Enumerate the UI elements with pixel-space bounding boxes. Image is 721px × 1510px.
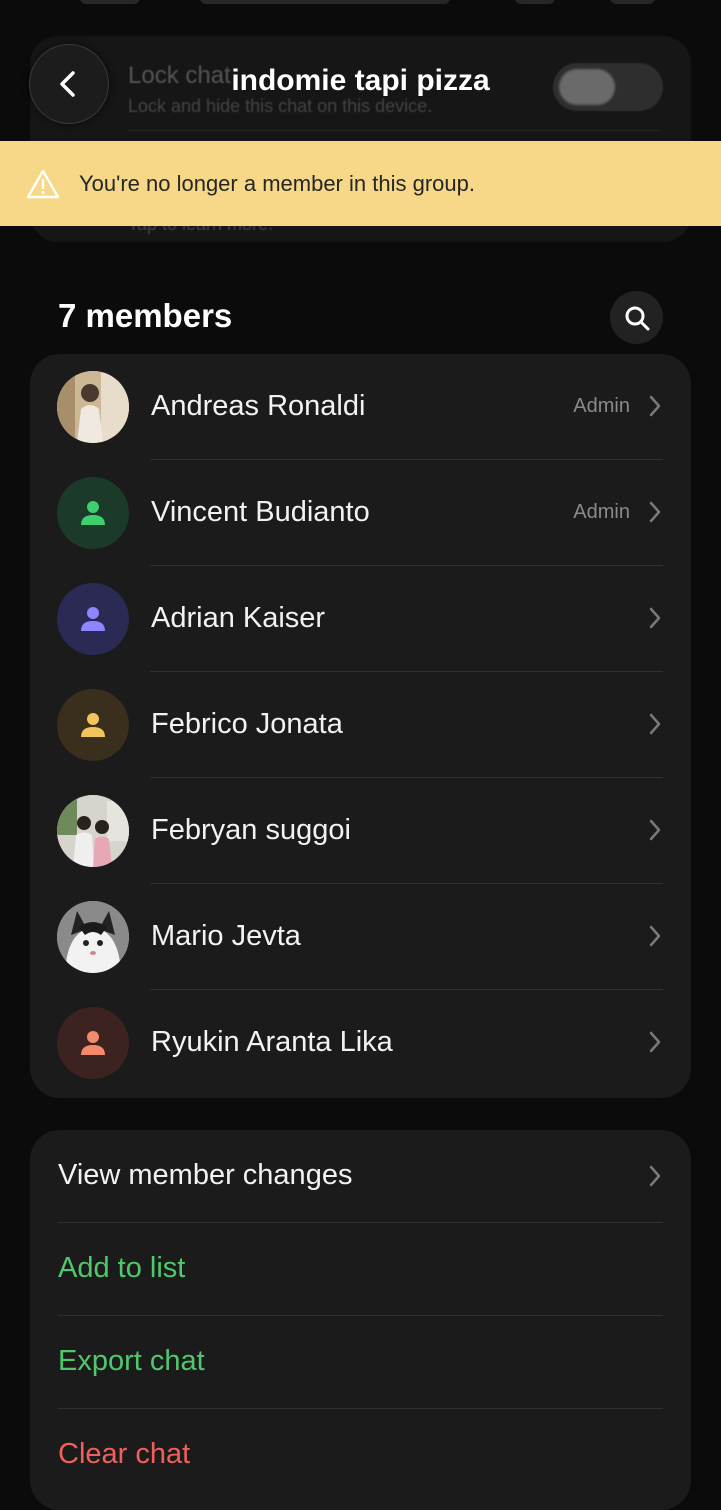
- add-to-list-button[interactable]: Add to list: [30, 1223, 691, 1316]
- export-chat-button[interactable]: Export chat: [30, 1316, 691, 1409]
- member-row[interactable]: Febryan suggoi: [30, 778, 691, 884]
- admin-badge: Admin: [573, 501, 630, 523]
- view-member-changes-row[interactable]: View member changes: [30, 1130, 691, 1223]
- avatar: [57, 1007, 129, 1079]
- member-row[interactable]: Febrico Jonata: [30, 672, 691, 778]
- warning-icon: [26, 169, 60, 199]
- divider: [128, 130, 661, 131]
- avatar: [57, 477, 129, 549]
- member-row[interactable]: Mario Jevta: [30, 884, 691, 990]
- export-chat-label: Export chat: [58, 1345, 205, 1377]
- avatar: [57, 371, 129, 443]
- member-name: Febryan suggoi: [151, 814, 351, 846]
- person-icon: [81, 607, 105, 631]
- person-icon: [81, 501, 105, 525]
- member-row[interactable]: Ryukin Aranta Lika: [30, 990, 691, 1096]
- chevron-right-icon: [649, 607, 661, 629]
- member-row[interactable]: Adrian Kaiser: [30, 566, 691, 672]
- clear-chat-button[interactable]: Clear chat: [30, 1409, 691, 1502]
- avatar: [57, 901, 129, 973]
- search-members-button[interactable]: [610, 291, 663, 344]
- member-name: Febrico Jonata: [151, 708, 343, 740]
- member-name: Ryukin Aranta Lika: [151, 1026, 393, 1058]
- avatar: [57, 689, 129, 761]
- clear-chat-label: Clear chat: [58, 1438, 191, 1470]
- member-row[interactable]: Vincent Budianto Admin: [30, 460, 691, 566]
- not-member-banner: You're no longer a member in this group.: [0, 141, 721, 226]
- member-name: Adrian Kaiser: [151, 602, 326, 634]
- chevron-right-icon: [649, 925, 661, 947]
- chevron-right-icon: [649, 1165, 661, 1187]
- members-list: Andreas Ronaldi Admin Vincent Budianto A…: [30, 354, 691, 1098]
- status-bar: [0, 0, 721, 20]
- member-name: Vincent Budianto: [151, 496, 370, 528]
- admin-badge: Admin: [573, 395, 630, 417]
- chevron-right-icon: [649, 395, 661, 417]
- chat-actions-list: View member changes Add to list Export c…: [30, 1130, 691, 1510]
- banner-text: You're no longer a member in this group.: [79, 171, 475, 196]
- avatar: [57, 795, 129, 867]
- lock-chat-subtitle: Lock and hide this chat on this device.: [128, 96, 433, 116]
- member-row[interactable]: Andreas Ronaldi Admin: [30, 354, 691, 460]
- members-count-heading: 7 members: [58, 297, 233, 334]
- person-icon: [81, 1031, 105, 1055]
- chevron-right-icon: [649, 501, 661, 523]
- search-icon: [625, 306, 649, 330]
- chevron-right-icon: [649, 1031, 661, 1053]
- avatar: [57, 583, 129, 655]
- chevron-right-icon: [649, 713, 661, 735]
- chevron-right-icon: [649, 819, 661, 841]
- member-name: Andreas Ronaldi: [151, 390, 366, 422]
- page-title: indomie tapi pizza: [231, 64, 490, 97]
- member-name: Mario Jevta: [151, 920, 301, 952]
- view-member-changes-label: View member changes: [58, 1159, 353, 1191]
- person-icon: [81, 713, 105, 737]
- add-to-list-label: Add to list: [58, 1252, 186, 1284]
